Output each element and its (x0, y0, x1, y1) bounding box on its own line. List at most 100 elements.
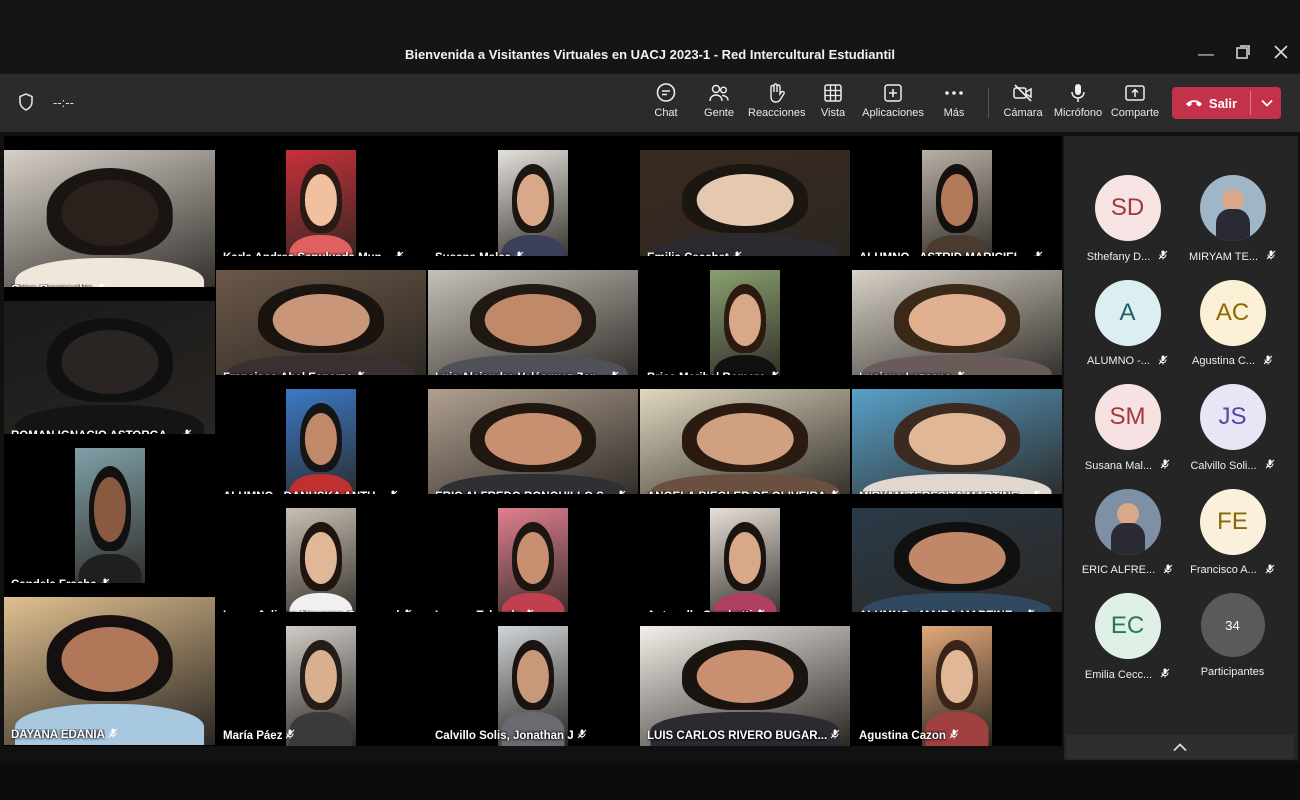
participant-avatar-tile[interactable]: SD Sthefany D... (1075, 175, 1180, 275)
participant-avatar-tile[interactable]: FE Francisco A... (1180, 488, 1285, 589)
leave-label: Salir (1208, 95, 1238, 111)
participant-video-tile[interactable]: Agustina Cazon (852, 612, 1062, 746)
view-button[interactable]: Vista (817, 82, 849, 119)
participant-video-tile[interactable]: ALUMNO - MAIRA MARTINE... (852, 494, 1062, 626)
microphone-button[interactable]: Micrófono (1053, 82, 1103, 119)
participant-avatar-tile[interactable]: SM Susana Mal... (1075, 384, 1180, 484)
maximize-icon[interactable] (1232, 44, 1254, 66)
video-face (272, 293, 370, 346)
leave-button-group: Salir (1172, 87, 1281, 119)
camera-button[interactable]: Cámara (1003, 82, 1043, 119)
participant-video-tile[interactable]: Karla Andrea Sepulveda Mun... (216, 136, 426, 268)
participant-video-tile[interactable]: ANGELA BIEGLER DE OLIVEIRA (640, 375, 850, 507)
participant-avatar-tile[interactable]: AC Agustina C... (1180, 279, 1285, 380)
leave-button[interactable]: Salir (1172, 87, 1250, 119)
participant-video-tile[interactable]: Luciana Lezcano (852, 256, 1062, 388)
video-face (516, 531, 550, 584)
participant-video-tile[interactable]: ERIC ALFREDO RONQUILLO S... (428, 375, 638, 507)
avatar-initials: JS (1218, 403, 1247, 430)
participant-video (922, 626, 992, 746)
participant-video-tile[interactable]: Luis Alejandro Velásquez Zap... (428, 256, 638, 388)
mic-icon (1160, 459, 1170, 469)
participant-video-tile[interactable]: ROMAN IGNACIO ASTORGA ... (4, 287, 215, 446)
video-face (908, 293, 1006, 346)
leave-separator (1250, 91, 1251, 115)
mic-icon (1160, 668, 1170, 678)
chat-icon (656, 83, 676, 102)
participant-name-text: Agustina Cazon (859, 729, 946, 742)
muted-mic-icon (1160, 668, 1170, 681)
participant-avatar-tile[interactable]: JS Calvillo Soli... (1180, 384, 1285, 484)
people-icon (709, 84, 729, 102)
avatar-name: Calvillo Soli... (1190, 459, 1257, 472)
participant-avatar-tile[interactable]: A ALUMNO -... (1075, 279, 1180, 380)
avatar-label: ERIC ALFRE... (1075, 564, 1180, 577)
chat-label: Chat (654, 107, 678, 119)
participant-video-tile[interactable]: Candela Fracha (4, 434, 215, 595)
participant-video-tile[interactable]: LUIS CARLOS RIVERO BUGAR... (640, 612, 850, 746)
leave-options-button[interactable] (1252, 87, 1281, 119)
video-face (696, 173, 794, 226)
mic-icon (830, 729, 840, 739)
avatar-photo (1116, 502, 1139, 525)
avatar (1094, 488, 1161, 555)
video-face (304, 531, 338, 584)
mic-icon (1158, 355, 1168, 364)
mic-icon (108, 728, 118, 738)
participant-avatar-tile[interactable]: EC Emilia Cecc... (1075, 593, 1180, 693)
video-face (93, 477, 126, 543)
apps-button[interactable]: Aplicaciones (862, 82, 924, 119)
avatar: FE (1199, 488, 1266, 555)
participant-video-tile[interactable]: Francisco Abel Esparza (216, 256, 426, 388)
reactions-button[interactable]: Reacciones (748, 82, 806, 119)
participant-video-tile[interactable]: Antonella Gambetti (640, 494, 850, 626)
participant-video-tile[interactable]: Lorena Taborda (428, 494, 638, 626)
people-button[interactable]: Gente (701, 82, 737, 119)
participant-video-tile[interactable]: Brisa Maribel Romero (640, 256, 850, 388)
chevron-up-icon (1173, 742, 1187, 751)
participant-video-tile[interactable]: María Páez (216, 612, 426, 746)
video-face (696, 412, 794, 465)
shield-icon[interactable] (18, 93, 34, 116)
participants-count-button[interactable]: 34 Participantes (1180, 593, 1285, 693)
participant-video-tile[interactable]: DAYANA EDANIA (4, 583, 215, 745)
chevron-down-icon (1260, 99, 1273, 107)
participant-name: DAYANA EDANIA (11, 728, 118, 741)
more-button[interactable]: Más (939, 82, 969, 119)
avatar-label: Francisco A... (1180, 564, 1285, 577)
collapse-panel-button[interactable] (1066, 735, 1294, 759)
avatar: SD (1094, 175, 1161, 241)
video-face (516, 173, 550, 226)
participant-video-tile[interactable]: Calvillo Solis, Jonathan J (428, 612, 638, 746)
participant-video-tile[interactable]: Gina Bergaglio (4, 136, 215, 300)
reactions-label: Reacciones (748, 107, 806, 119)
participant-video-tile[interactable]: Susana Malca (428, 136, 638, 268)
share-icon (1125, 85, 1145, 101)
chat-button[interactable]: Chat (650, 82, 682, 119)
muted-mic-icon (1265, 459, 1275, 472)
minimize-icon[interactable]: — (1195, 44, 1217, 66)
avatar-initials: SM (1109, 403, 1146, 430)
participant-avatar-tile[interactable]: ERIC ALFRE... (1075, 488, 1180, 589)
raise-hand-icon (770, 83, 785, 103)
share-button[interactable]: Comparte (1110, 82, 1160, 119)
mic-icon (1265, 564, 1275, 573)
video-face (940, 173, 974, 226)
close-icon[interactable] (1270, 44, 1292, 66)
mic-icon (1158, 250, 1168, 260)
muted-mic-icon (285, 729, 295, 742)
meeting-toolbar: --:-- Chat Gente Reacciones Vista Aplica… (0, 74, 1300, 132)
participant-video-tile[interactable]: ALUMNO - ASTRID MARICIEL... (852, 136, 1062, 268)
participant-video-tile[interactable]: Laren Juliana Navarro Carrascal (216, 494, 426, 626)
avatar-name: Francisco A... (1190, 564, 1257, 576)
participant-video-tile[interactable]: MIRYAM TERESITA MARTINE... (852, 375, 1062, 507)
participant-video-tile[interactable]: Emilia Cecchet (640, 136, 850, 268)
share-label: Comparte (1110, 107, 1160, 119)
participant-name-text: LUIS CARLOS RIVERO BUGAR... (647, 729, 828, 742)
video-face (304, 412, 338, 465)
video-face (728, 293, 762, 346)
video-face (304, 650, 338, 703)
participant-avatar-tile[interactable]: MIRYAM TE... (1180, 175, 1285, 275)
participant-name-text: María Páez (223, 729, 283, 742)
participant-video-tile[interactable]: ALUMNO - DANUSKA ANTU... (216, 375, 426, 507)
